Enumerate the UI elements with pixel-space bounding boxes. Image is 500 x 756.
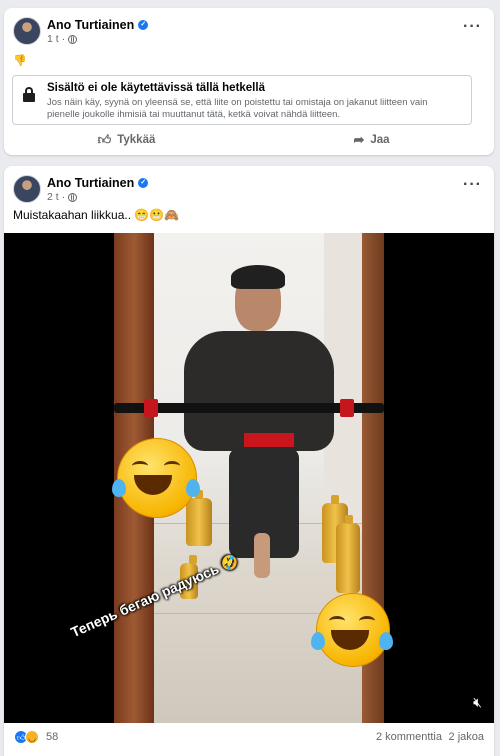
post-actions: 👍︎ Tykkää ➦ Jaa [4,130,494,150]
reaction-icons[interactable]: 👍︎ ◡ [14,730,39,744]
post-caption: Muistakaahan liikkua.. 😁😬🙈 [13,208,180,222]
red-belt [244,433,294,447]
author-row: Ano Turtiainen ✓ [47,18,149,32]
person-foot [254,533,270,578]
post-time[interactable]: 2 t [47,191,59,203]
thumbs-up-icon: 👍︎ [97,132,112,147]
post-time[interactable]: 1 t [47,33,59,45]
post-text: 👎 [13,55,27,67]
bar-grip [340,399,354,417]
avatar[interactable] [13,17,41,45]
author-row: Ano Turtiainen ✓ [47,176,149,190]
meta-separator: · [61,33,66,45]
post-card: Ano Turtiainen ✓ 2 t · ··· Muistakaahan … [4,166,494,756]
meta-separator: · [61,191,66,203]
reactions-bar: 👍︎ ◡ 58 2 kommenttia 2 jakoa [4,725,494,749]
share-button[interactable]: ➦ Jaa [249,130,494,150]
globe-icon [68,192,78,202]
author-name[interactable]: Ano Turtiainen [47,176,134,190]
haha-reaction-icon: ◡ [25,730,39,744]
more-options-icon[interactable]: ··· [463,18,482,36]
post-card: Ano Turtiainen ✓ 1 t · ··· 👎 Sisältö ei … [4,8,494,155]
laughing-emoji-icon [112,438,200,518]
avatar[interactable] [13,175,41,203]
person-hair [231,265,285,289]
globe-icon [68,34,78,44]
share-arrow-icon: ➦ [353,132,365,147]
unavailable-content-box: Sisältö ei ole käytettävissä tällä hetke… [12,75,472,125]
reactions-count[interactable]: 58 [46,731,58,743]
more-options-icon[interactable]: ··· [463,176,482,194]
share-label: Jaa [370,134,390,146]
mute-icon[interactable]: 🔇︎ [473,694,482,711]
post-meta: 2 t · [47,191,78,203]
author-name[interactable]: Ano Turtiainen [47,18,134,32]
verified-badge-icon: ✓ [138,178,149,188]
unavailable-body: Jos näin käy, syynä on yleensä se, että … [47,97,428,120]
laughing-emoji-icon [311,593,393,667]
shares-count[interactable]: 2 jakoa [449,731,484,743]
comments-count[interactable]: 2 kommenttia [376,731,442,743]
verified-badge-icon: ✓ [138,20,149,30]
post-meta: 1 t · [47,33,78,45]
lock-icon [23,87,35,102]
unavailable-title: Sisältö ei ole käytettävissä tällä hetke… [47,82,265,94]
video-player[interactable]: Теперь бегаю радуюсь 🤣 🔇︎ [4,233,494,723]
like-label: Tykkää [117,134,156,146]
oil-bottle [186,490,212,546]
like-button[interactable]: 👍︎ Tykkää [4,130,249,150]
oil-bottle [336,515,360,593]
bar-grip [144,399,158,417]
